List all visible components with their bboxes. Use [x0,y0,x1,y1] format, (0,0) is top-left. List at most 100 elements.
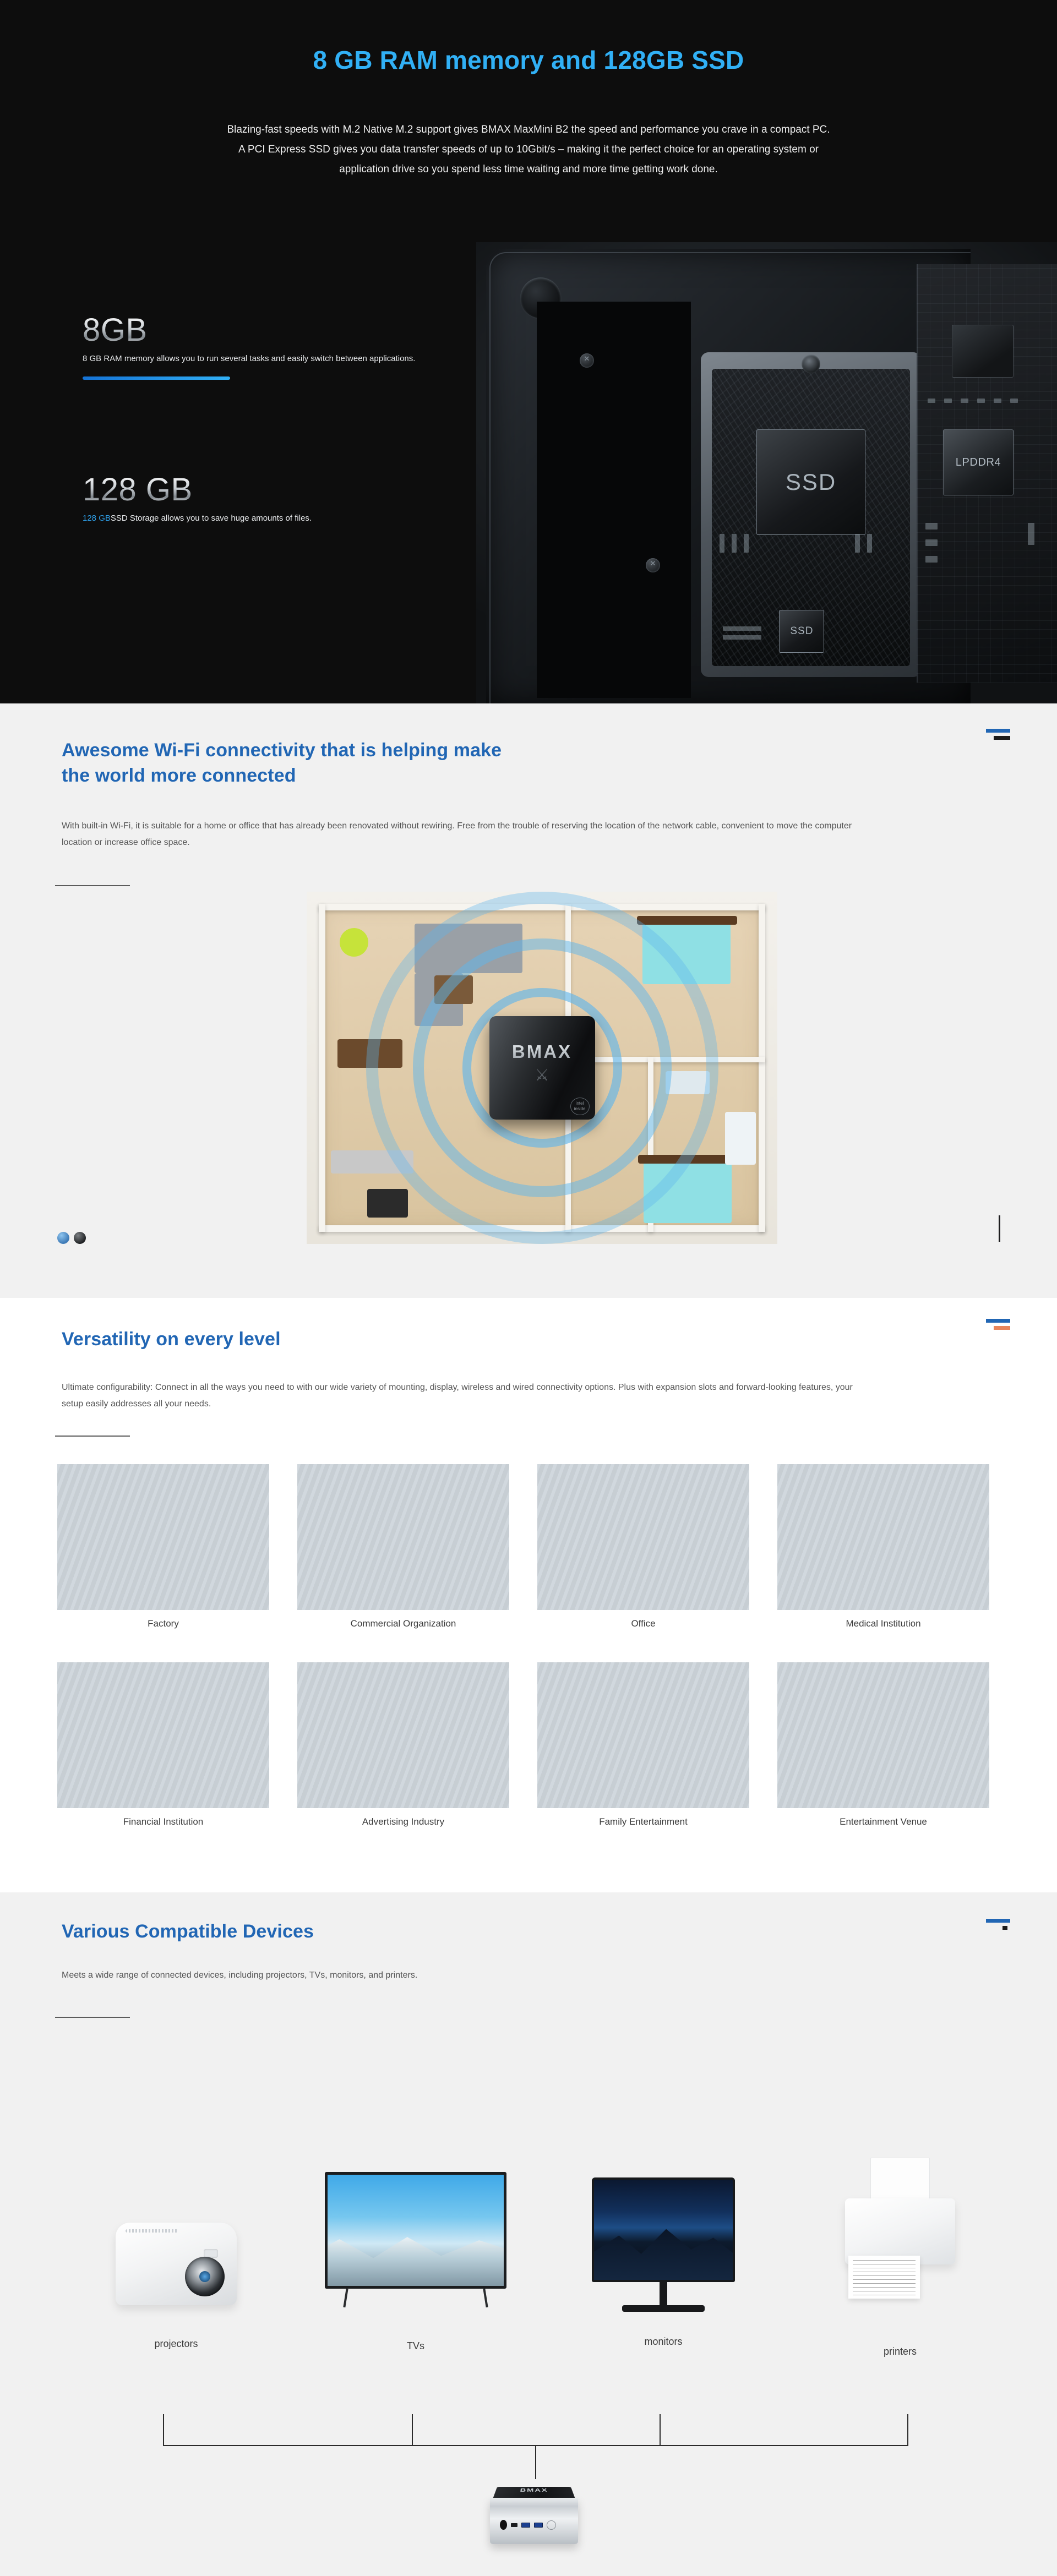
printer-paper-tray [870,2158,930,2201]
hdmi-port-icon [511,2523,517,2527]
bmax-crest-icon: ⚔ [535,1066,549,1084]
decoration-bar-dark [1002,1926,1007,1930]
ssd-chip-large: SSD [756,429,865,535]
printer-icon [845,2158,955,2299]
devices-description: Meets a wide range of connected devices,… [62,1971,418,1980]
versatility-title: Versatility on every level [62,1329,281,1350]
ssd-pcb: SSD SSD [712,369,910,666]
wifi-section: Awesome Wi-Fi connectivity that is helpi… [0,703,1057,1298]
printer-output-paper [848,2256,920,2299]
usb-port-icon [521,2522,530,2528]
carousel-dots[interactable] [57,1232,86,1244]
versatility-divider [55,1436,130,1437]
use-case-thumbnail [777,1662,989,1808]
stat-ram-description: 8 GB RAM memory allows you to run severa… [83,353,416,363]
section-decoration [986,1319,1010,1330]
power-button-icon[interactable] [547,2520,556,2530]
use-case-card[interactable]: Commercial Organization [297,1464,509,1629]
carousel-dot-active[interactable] [57,1232,69,1244]
decoration-bar-blue [986,1919,1010,1923]
device-monitor: monitors [584,2177,743,2348]
tv-legs [325,2289,506,2308]
use-case-card[interactable]: Family Entertainment [537,1662,749,1827]
use-case-label: Advertising Industry [362,1816,445,1827]
use-case-card[interactable]: Entertainment Venue [777,1662,989,1827]
device-printer: printers [820,2158,980,2357]
tv-screen [325,2172,506,2289]
device-label: printers [883,2346,917,2357]
bmax-mini-pc-hub: BMAX [490,2477,578,2544]
minipc-top: BMAX [493,2487,575,2499]
use-case-label: Office [631,1618,656,1629]
device-tv: TVs [317,2172,515,2352]
use-case-label: Financial Institution [123,1816,204,1827]
stat-ssd-description-text: SSD Storage allows you to save huge amou… [110,513,312,523]
devices-divider [55,2017,130,2018]
use-case-label: Factory [148,1618,179,1629]
monitor-screen [592,2177,735,2282]
projector-lens [185,2257,225,2296]
use-case-label: Medical Institution [846,1618,921,1629]
minipc-wordmark: BMAX [519,2488,549,2493]
minipc-front-panel [490,2498,578,2544]
stat-ssd-description: 128 GBSSD Storage allows you to save hug… [83,512,312,524]
use-case-thumbnail [537,1662,749,1808]
intel-inside-badge: intel inside [570,1098,590,1115]
decoration-bar-blue [986,729,1010,733]
wifi-title-line1: Awesome Wi-Fi connectivity that is helpi… [62,740,502,761]
use-case-label: Commercial Organization [350,1618,456,1629]
minipc-ports [500,2520,556,2530]
hero-section: 8 GB RAM memory and 128GB SSD Blazing-fa… [0,0,1057,703]
use-case-card[interactable]: Advertising Industry [297,1662,509,1827]
decoration-bar-blue [986,1319,1010,1323]
wifi-description: With built-in Wi-Fi, it is suitable for … [62,821,852,847]
hero-description: Blazing-fast speeds with M.2 Native M.2 … [227,124,830,175]
use-case-thumbnail [297,1464,509,1610]
wifi-coverage-illustration: BMAX ⚔ intel inside [307,892,777,1244]
stat-ram: 8GB 8 GB RAM memory allows you to run se… [83,313,416,380]
monitor-neck [660,2282,667,2305]
screw-icon [580,353,594,368]
use-case-card[interactable]: Medical Institution [777,1464,989,1629]
stat-ssd-highlight: 128 GB [83,513,111,523]
chassis-dark-panel [537,302,691,698]
intel-badge-line2: inside [574,1106,586,1111]
device-label: projectors [154,2338,198,2349]
audio-jack-icon [500,2520,507,2530]
device-label: TVs [406,2340,424,2351]
versatility-section: Versatility on every level Ultimate conf… [0,1298,1057,1892]
connector-line [163,2414,164,2446]
use-case-thumbnail [57,1662,269,1808]
ssd-chip-small: SSD [779,610,825,653]
devices-section: Various Compatible Devices Meets a wide … [0,1892,1057,2576]
device-label: monitors [644,2336,683,2347]
screw-icon [646,558,660,572]
carousel-dot-inactive[interactable] [74,1232,86,1244]
bay-mount-hole [802,354,820,373]
connector-line [412,2414,413,2446]
use-case-thumbnail [57,1464,269,1610]
vertical-accent-line [999,1215,1000,1242]
ssd-bay: SSD SSD [701,352,921,677]
section-decoration [986,729,1010,740]
use-case-thumbnail [297,1662,509,1808]
devices-title: Various Compatible Devices [62,1921,314,1942]
use-case-card[interactable]: Office [537,1464,749,1629]
memory-chip: LPDDR4 [943,429,1014,495]
monitor-base [622,2305,705,2312]
connector-line [907,2414,908,2446]
wifi-title: Awesome Wi-Fi connectivity that is helpi… [62,738,502,788]
connector-drop [535,2445,536,2479]
wifi-divider [55,885,130,886]
bmax-mini-pc: BMAX ⚔ intel inside [489,1016,595,1120]
printer-body [845,2198,955,2299]
use-case-card[interactable]: Factory [57,1464,269,1629]
device-projector: projectors [94,2223,259,2350]
mainboard-right: LPDDR4 [917,264,1057,683]
use-case-card[interactable]: Financial Institution [57,1662,269,1827]
monitor-icon [592,2177,735,2312]
versatility-description: Ultimate configurability: Connect in all… [62,1383,853,1409]
use-case-thumbnail [777,1464,989,1610]
stat-ram-bar [83,376,230,380]
section-decoration [986,1919,1010,1930]
